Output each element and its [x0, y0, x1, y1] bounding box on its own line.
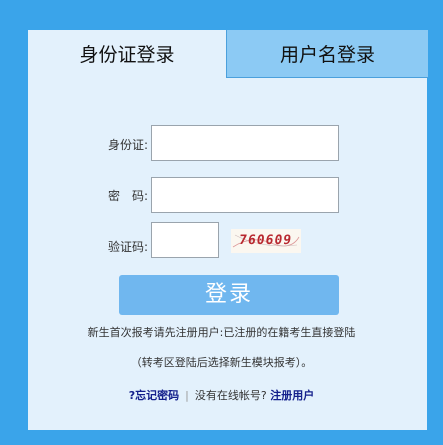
tab-id-card-login[interactable]: 身份证登录: [28, 30, 226, 78]
transfer-note: （转考区登陆后选择新生模块报考）。: [130, 356, 313, 369]
captcha-input[interactable]: [152, 223, 218, 257]
register-link[interactable]: 注册用户: [270, 389, 314, 402]
registration-note: 新生首次报考请先注册用户:已注册的在籍考生直接登陆: [87, 326, 356, 339]
login-panel: 身份证登录 用户名登录: [28, 30, 428, 430]
captcha-text: 760609: [237, 233, 294, 248]
login-tabs: 身份证登录 用户名登录: [28, 30, 428, 78]
footer-links: ?忘记密码 | 没有在线帐号? 注册用户: [0, 387, 443, 403]
captcha-label: 验证码:: [107, 240, 148, 254]
password-input[interactable]: [152, 178, 338, 212]
id-card-input[interactable]: [152, 126, 338, 160]
link-separator: |: [185, 389, 189, 402]
login-button[interactable]: 登录: [119, 275, 339, 315]
password-field[interactable]: [151, 177, 339, 213]
id-card-label: 身份证:: [107, 138, 148, 152]
password-label: 密 码:: [107, 189, 148, 203]
tab-username-login[interactable]: 用户名登录: [226, 30, 428, 78]
captcha-field[interactable]: [151, 222, 219, 258]
captcha-image[interactable]: 760609: [231, 229, 301, 253]
no-account-text: 没有在线帐号?: [194, 389, 267, 402]
id-card-field[interactable]: [151, 125, 339, 161]
forgot-password-link[interactable]: ?忘记密码: [129, 389, 179, 402]
